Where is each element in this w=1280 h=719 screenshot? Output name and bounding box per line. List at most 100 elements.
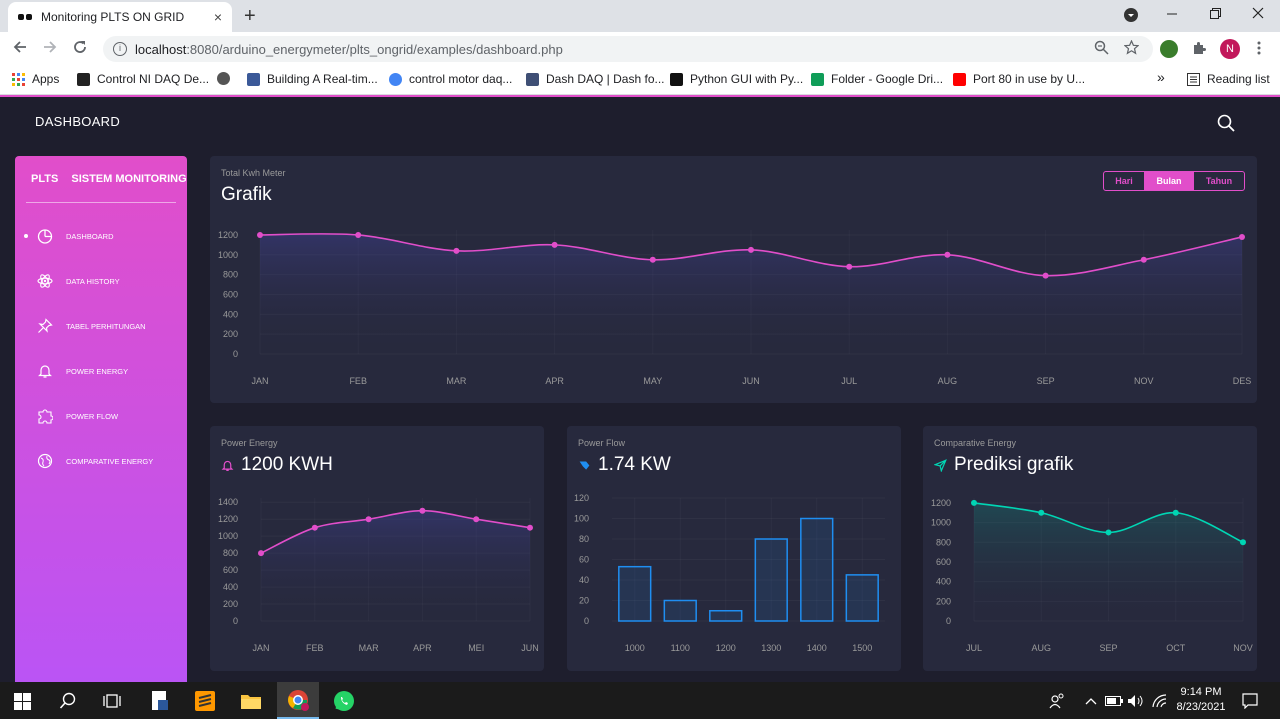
x-tick-label: AUG — [1031, 643, 1051, 653]
bookmark-star-icon[interactable] — [1123, 39, 1140, 59]
bookmark-item[interactable]: Control NI DAQ De... — [77, 72, 209, 86]
navbar-brand[interactable]: DASHBOARD — [35, 114, 120, 129]
y-tick-label: 1000 — [931, 518, 951, 528]
chrome-taskbar-icon[interactable] — [277, 682, 319, 719]
x-tick-label: SEP — [1037, 376, 1055, 386]
bookmark-item[interactable]: Dash DAQ | Dash fo... — [526, 72, 665, 86]
y-tick-label: 1200 — [218, 230, 238, 240]
pin-icon — [38, 318, 53, 333]
new-tab-button[interactable]: + — [244, 5, 256, 28]
data-point[interactable] — [311, 524, 318, 531]
bookmark-item[interactable]: Port 80 in use by U... — [953, 72, 1085, 86]
address-bar[interactable]: i localhost:8080/arduino_energymeter/plt… — [103, 36, 1153, 62]
forward-icon[interactable] — [42, 39, 58, 60]
bar[interactable] — [618, 565, 652, 622]
bookmark-item[interactable] — [217, 72, 237, 85]
power-flow-bar-chart: 0 20 40 60 80 100 120 1000 1100 1200 1300 1400 1500 — [574, 493, 885, 653]
wifi-icon[interactable] — [1151, 688, 1169, 714]
sublime-text-icon[interactable] — [192, 688, 218, 714]
bookmark-item[interactable]: Folder - Google Dri... — [811, 72, 943, 86]
data-point[interactable] — [971, 499, 977, 506]
sidebar-logo[interactable]: PLTS SISTEM MONITORING — [31, 173, 187, 185]
data-point[interactable] — [1140, 256, 1147, 263]
volume-icon[interactable] — [1126, 688, 1146, 714]
battery-icon[interactable] — [1105, 688, 1123, 714]
data-point[interactable] — [944, 251, 951, 258]
data-point[interactable] — [1038, 509, 1045, 516]
file-explorer-icon[interactable] — [238, 688, 264, 714]
y-tick-label: 0 — [233, 616, 238, 626]
browser-menu-icon[interactable] — [1256, 40, 1262, 60]
globe-icon — [217, 72, 230, 85]
reload-icon[interactable] — [72, 39, 88, 60]
search-icon[interactable] — [56, 688, 80, 714]
data-point[interactable] — [355, 231, 362, 238]
bar[interactable] — [663, 599, 697, 622]
tab-close-icon[interactable]: × — [214, 9, 222, 25]
y-tick-label: 800 — [223, 270, 238, 280]
data-point[interactable] — [748, 246, 754, 253]
profile-avatar[interactable]: N — [1220, 39, 1240, 59]
x-tick-label: 1300 — [761, 643, 781, 653]
bar[interactable] — [754, 538, 788, 622]
extension-icon[interactable] — [1160, 40, 1178, 58]
data-point[interactable] — [551, 241, 558, 248]
close-window-icon[interactable] — [1251, 6, 1265, 23]
x-tick-label: JUN — [521, 643, 539, 653]
sidebar-item-data-history[interactable]: DATA HISTORY — [15, 269, 187, 293]
data-point[interactable] — [453, 247, 460, 254]
task-view-icon[interactable] — [100, 688, 124, 714]
search-icon[interactable] — [1216, 113, 1236, 133]
sidebar-item-power-energy[interactable]: POWER ENERGY — [15, 359, 187, 383]
minimize-icon[interactable] — [1166, 6, 1178, 23]
more-bookmarks-button[interactable]: » — [1157, 69, 1165, 85]
data-point[interactable] — [1105, 529, 1112, 536]
data-point[interactable] — [1042, 272, 1049, 279]
y-tick-label: 600 — [223, 565, 238, 575]
back-icon[interactable] — [12, 39, 28, 60]
chevron-up-icon[interactable] — [1083, 688, 1099, 714]
bar[interactable] — [800, 517, 834, 622]
data-point[interactable] — [1172, 509, 1179, 516]
data-point[interactable] — [846, 263, 853, 270]
browser-tab[interactable]: Monitoring PLTS ON GRID × — [8, 2, 232, 32]
sidebar-item-comparative-energy[interactable]: COMPARATIVE ENERGY — [15, 449, 187, 473]
data-point[interactable] — [527, 524, 533, 531]
whatsapp-icon[interactable] — [331, 688, 357, 714]
bar[interactable] — [845, 574, 879, 622]
dashboard-page: DASHBOARD PLTS SISTEM MONITORING DASHBOA… — [0, 97, 1280, 686]
sidebar-item-power-flow[interactable]: POWER FLOW — [15, 404, 187, 428]
bookmark-apps[interactable]: Apps — [12, 72, 59, 86]
reading-list-button[interactable]: Reading list — [1187, 72, 1270, 86]
bar[interactable] — [709, 610, 743, 622]
windows-start-icon[interactable] — [10, 688, 34, 714]
notification-icon[interactable] — [1240, 688, 1260, 714]
data-point[interactable] — [419, 507, 426, 514]
area-fill — [261, 510, 530, 621]
data-point[interactable] — [257, 231, 263, 238]
people-icon[interactable] — [1048, 688, 1066, 714]
zoom-icon[interactable] — [1094, 40, 1109, 59]
sidebar-item-dashboard[interactable]: DASHBOARD — [15, 224, 187, 248]
data-point[interactable] — [1239, 233, 1245, 240]
data-point[interactable] — [365, 516, 372, 523]
data-point[interactable] — [473, 516, 480, 523]
sidebar-item-tabel-perhitungan[interactable]: TABEL PERHITUNGAN — [15, 314, 187, 338]
data-point[interactable] — [649, 256, 656, 263]
sidebar-item-label: TABEL PERHITUNGAN — [66, 321, 146, 331]
x-tick-label: 1100 — [671, 643, 690, 653]
file-viewer-icon[interactable] — [147, 688, 173, 714]
reading-list-label: Reading list — [1207, 72, 1270, 86]
profile-menu-icon[interactable] — [1124, 8, 1138, 25]
y-tick-label: 1200 — [218, 514, 238, 524]
y-tick-label: 600 — [223, 289, 238, 299]
data-point[interactable] — [1240, 539, 1246, 546]
extensions-puzzle-icon[interactable] — [1191, 40, 1207, 60]
site-info-icon[interactable]: i — [113, 42, 127, 56]
bookmark-item[interactable]: Python GUI with Py... — [670, 72, 803, 86]
restore-icon[interactable] — [1209, 6, 1221, 23]
clock[interactable]: 9:14 PM 8/23/2021 — [1170, 685, 1232, 715]
bookmark-item[interactable]: Building A Real-tim... — [247, 72, 378, 86]
data-point[interactable] — [258, 550, 264, 557]
bookmark-item[interactable]: control motor daq... — [389, 72, 512, 86]
